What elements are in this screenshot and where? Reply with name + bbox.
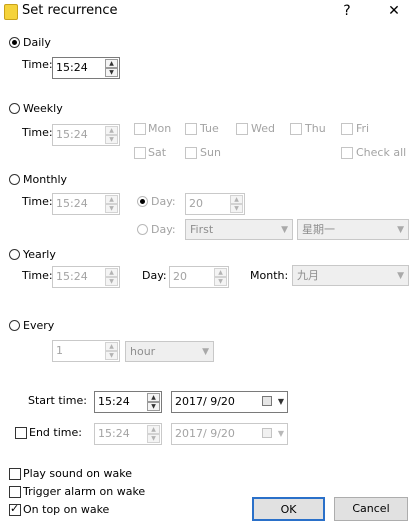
sun-label: Sun [200, 146, 221, 159]
spin-up-icon[interactable]: ▲ [105, 195, 118, 204]
spin-down-icon[interactable]: ▼ [105, 277, 118, 286]
spin-down-icon[interactable]: ▼ [230, 204, 243, 213]
play-sound-checkbox[interactable] [9, 468, 21, 480]
daily-time-label: Time: [22, 58, 53, 71]
help-button[interactable]: ? [337, 2, 357, 20]
wed-label: Wed [251, 122, 275, 135]
spin-down-icon[interactable]: ▼ [105, 68, 118, 77]
trigger-alarm-label: Trigger alarm on wake [23, 485, 146, 498]
yearly-radio[interactable] [9, 249, 20, 260]
spin-up-icon[interactable]: ▲ [105, 342, 118, 351]
sun-checkbox[interactable] [185, 147, 197, 159]
yearly-time-input[interactable]: 15:24 ▲ ▼ [52, 266, 120, 288]
spin-down-icon[interactable]: ▼ [105, 135, 118, 144]
thu-label: Thu [305, 122, 326, 135]
mon-checkbox[interactable] [134, 123, 146, 135]
title-bar: Set recurrence ? ✕ [0, 0, 417, 22]
spin-up-icon[interactable]: ▲ [214, 268, 227, 277]
start-time-input[interactable]: 15:24 ▲ ▼ [94, 391, 162, 413]
end-date-picker[interactable]: 2017/ 9/20 ▼ [171, 423, 288, 445]
end-time-input[interactable]: 15:24 ▲ ▼ [94, 423, 162, 445]
spin-down-icon[interactable]: ▼ [105, 351, 118, 360]
monthly-radio[interactable] [9, 174, 20, 185]
chevron-down-icon: ▼ [202, 347, 209, 357]
spin-down-icon[interactable]: ▼ [147, 434, 160, 443]
yearly-day-label: Day: [142, 269, 167, 282]
spin-up-icon[interactable]: ▲ [147, 425, 160, 434]
fri-label: Fri [356, 122, 370, 135]
chevron-down-icon: ▼ [397, 271, 404, 281]
spin-down-icon[interactable]: ▼ [147, 402, 160, 411]
cancel-button[interactable]: Cancel [334, 497, 408, 521]
window-title: Set recurrence [22, 3, 118, 18]
spin-down-icon[interactable]: ▼ [214, 277, 227, 286]
ok-button[interactable]: OK [252, 497, 325, 521]
calendar-icon[interactable] [262, 428, 272, 438]
spin-up-icon[interactable]: ▲ [105, 126, 118, 135]
monthly-week-radio[interactable] [137, 224, 148, 235]
thu-checkbox[interactable] [290, 123, 302, 135]
every-radio[interactable] [9, 320, 20, 331]
spin-up-icon[interactable]: ▲ [105, 59, 118, 68]
play-sound-label: Play sound on wake [23, 467, 133, 480]
chevron-down-icon[interactable]: ▼ [278, 395, 284, 409]
chevron-down-icon: ▼ [397, 225, 404, 235]
spin-up-icon[interactable]: ▲ [230, 195, 243, 204]
spin-up-icon[interactable]: ▲ [147, 393, 160, 402]
check-all-label: Check all [356, 146, 407, 159]
spin-up-icon[interactable]: ▲ [105, 268, 118, 277]
monthly-day-input[interactable]: 20 ▲ ▼ [185, 193, 245, 215]
weekly-label: Weekly [23, 102, 63, 115]
fri-checkbox[interactable] [341, 123, 353, 135]
monthly-label: Monthly [23, 173, 68, 186]
monthly-day-label: Day: [151, 195, 176, 208]
tue-checkbox[interactable] [185, 123, 197, 135]
yearly-time-label: Time: [22, 269, 53, 282]
tue-label: Tue [200, 122, 219, 135]
daily-radio[interactable] [9, 37, 20, 48]
sat-label: Sat [148, 146, 167, 159]
monthly-week-day-label: Day: [151, 223, 176, 236]
chevron-down-icon[interactable]: ▼ [278, 427, 284, 441]
yearly-label: Yearly [23, 248, 56, 261]
weekly-radio[interactable] [9, 103, 20, 114]
monthly-time-label: Time: [22, 195, 53, 208]
spin-down-icon[interactable]: ▼ [105, 204, 118, 213]
yearly-month-select[interactable]: 九月 ▼ [292, 265, 409, 286]
weekly-time-label: Time: [22, 126, 53, 139]
trigger-alarm-checkbox[interactable] [9, 486, 21, 498]
on-top-label: On top on wake [23, 503, 110, 516]
every-value-input[interactable]: 1 ▲ ▼ [52, 340, 120, 362]
end-time-checkbox[interactable] [15, 427, 27, 439]
daily-time-input[interactable]: 15:24 ▲ ▼ [52, 57, 120, 79]
every-label: Every [23, 319, 55, 332]
check-all-checkbox[interactable] [341, 147, 353, 159]
yearly-day-input[interactable]: 20 ▲ ▼ [169, 266, 229, 288]
close-button[interactable]: ✕ [384, 2, 404, 20]
start-time-label: Start time: [28, 394, 87, 407]
every-unit-select[interactable]: hour ▼ [125, 341, 214, 362]
monthly-week-select[interactable]: First ▼ [185, 219, 293, 240]
monthly-weekday-select[interactable]: 星期一 ▼ [297, 219, 409, 240]
sticky-note-icon [4, 4, 18, 20]
start-date-picker[interactable]: 2017/ 9/20 ▼ [171, 391, 288, 413]
chevron-down-icon: ▼ [281, 225, 288, 235]
sat-checkbox[interactable] [134, 147, 146, 159]
on-top-checkbox[interactable] [9, 502, 21, 516]
daily-label: Daily [23, 36, 51, 49]
yearly-month-label: Month: [250, 269, 289, 282]
wed-checkbox[interactable] [236, 123, 248, 135]
calendar-icon[interactable] [262, 396, 272, 406]
end-time-label: End time: [29, 426, 82, 439]
monthly-day-radio[interactable] [137, 196, 148, 207]
mon-label: Mon [148, 122, 172, 135]
weekly-time-input[interactable]: 15:24 ▲ ▼ [52, 124, 120, 146]
monthly-time-input[interactable]: 15:24 ▲ ▼ [52, 193, 120, 215]
